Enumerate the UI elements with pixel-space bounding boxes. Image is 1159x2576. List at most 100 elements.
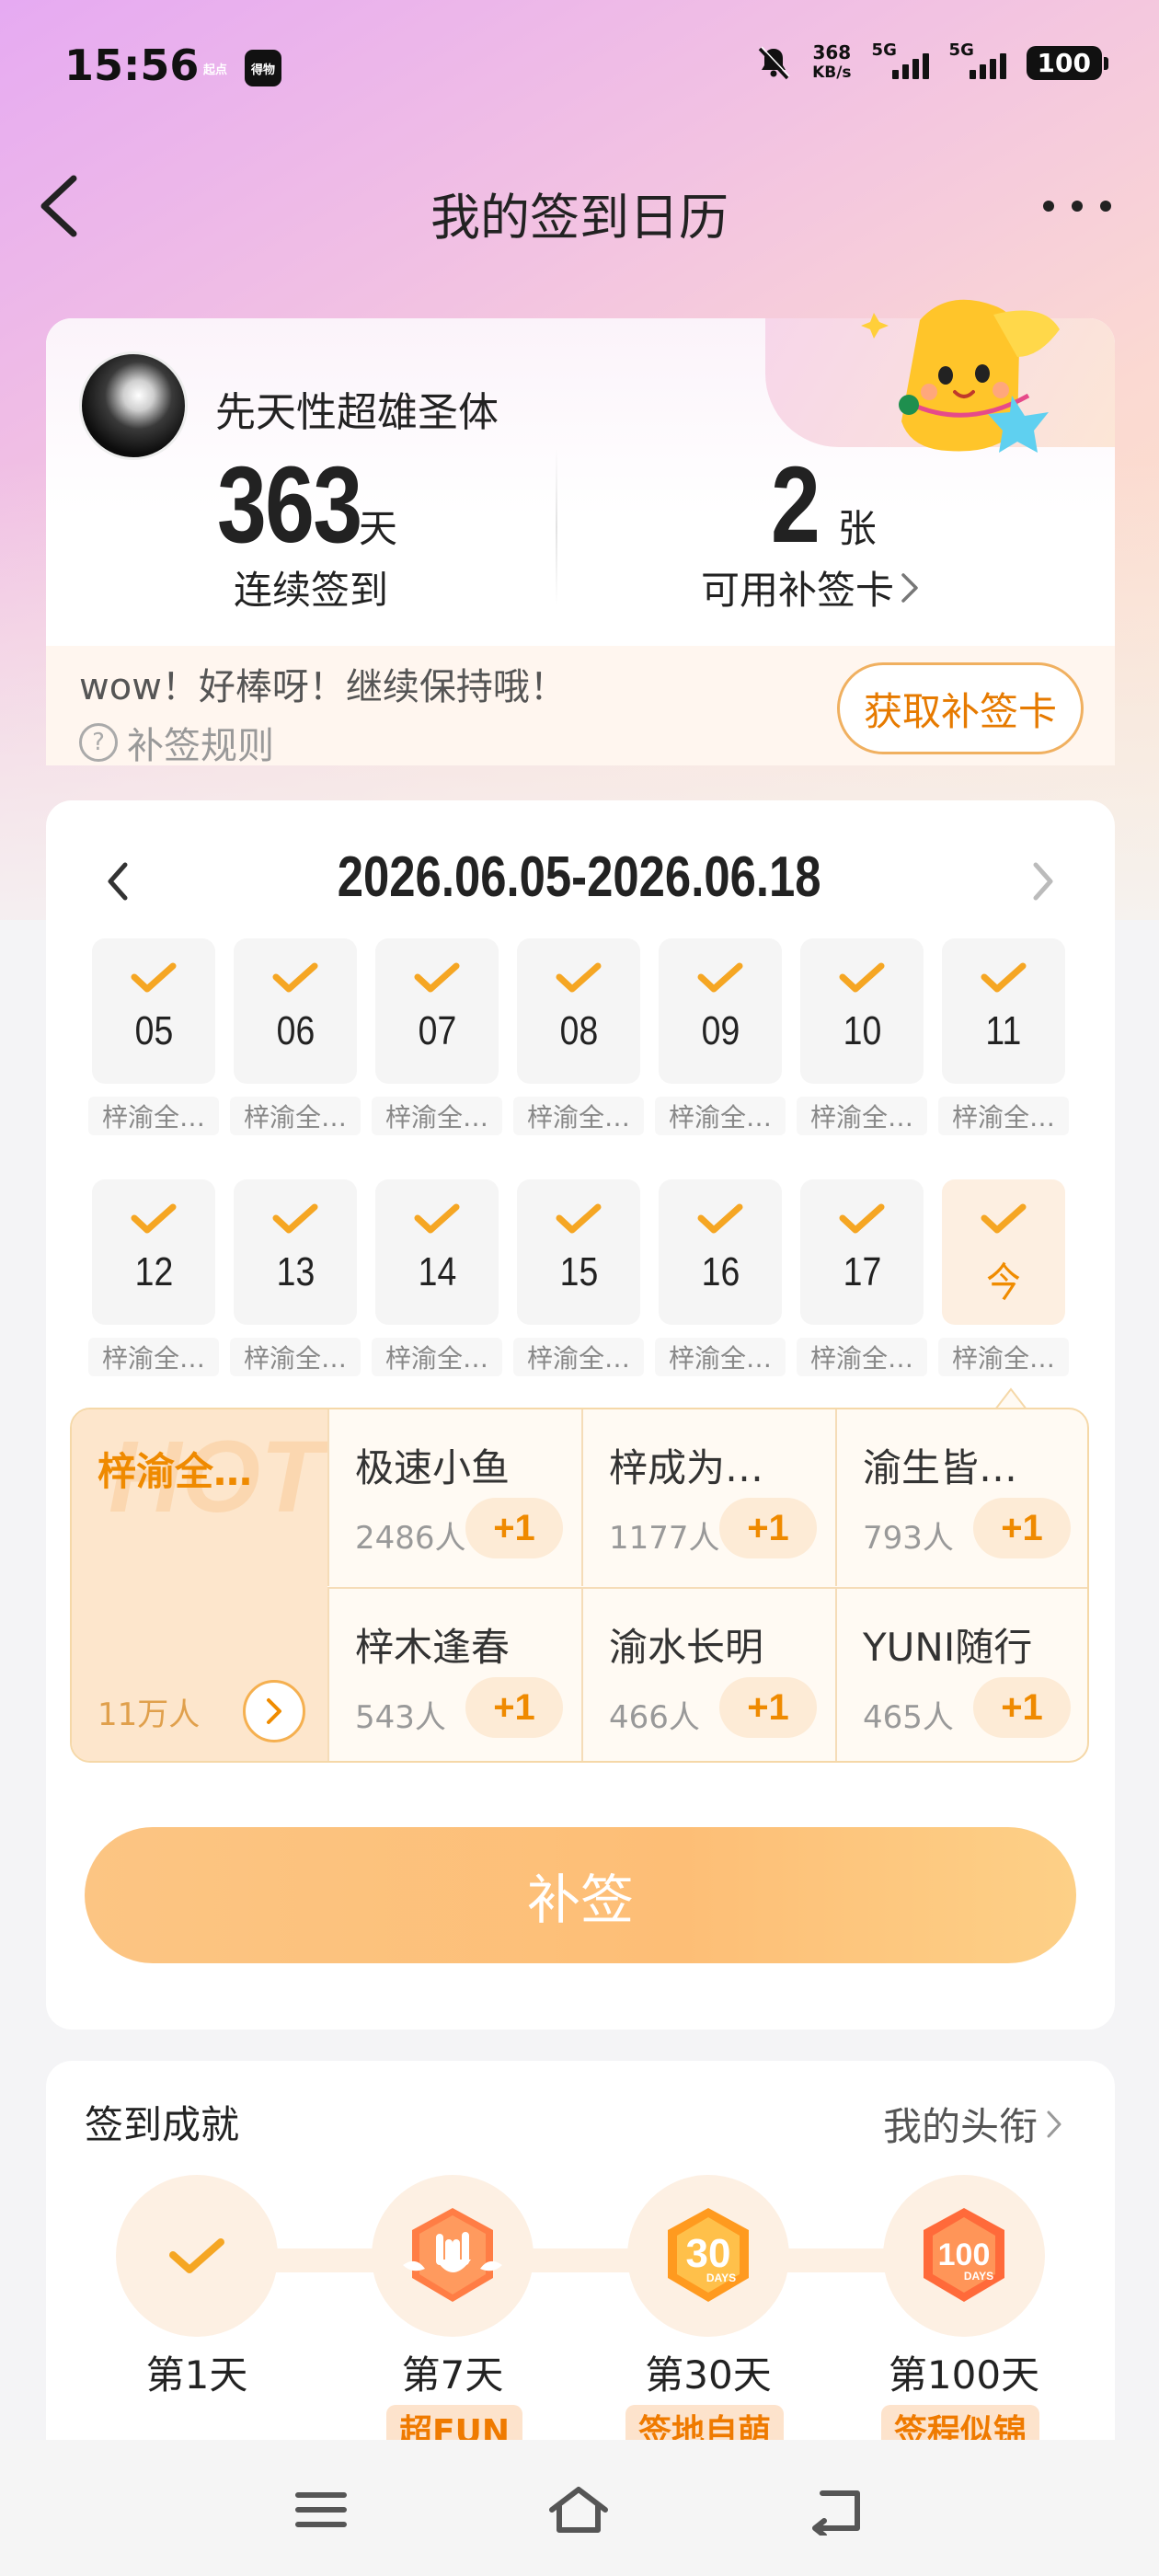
achievement-track [193, 2248, 984, 2272]
makeup-rules-link[interactable]: ? 补签规则 [79, 716, 274, 769]
calendar-day-number: 16 [701, 1249, 740, 1294]
signal-icon: 5G [949, 40, 1006, 79]
achievement-day30[interactable]: 30 DAYS [627, 2175, 789, 2337]
ranking-more-button[interactable] [243, 1680, 305, 1742]
plus-one-button[interactable]: +1 [465, 1498, 563, 1558]
calendar-day[interactable]: 09 [659, 938, 782, 1084]
ranking-item-count: 543人 [355, 1699, 446, 1736]
streak-value: 363 [217, 444, 362, 566]
mute-bell-icon [758, 46, 790, 80]
menu-icon[interactable] [289, 2484, 353, 2536]
my-titles-link[interactable]: 我的头衔 [883, 2096, 1063, 2152]
mascot-illustration [861, 299, 1060, 453]
status-time: 15:56 [64, 40, 200, 90]
calendar-day-tag: 梓渝全… [797, 1338, 927, 1376]
calendar-day-tag: 梓渝全… [88, 1097, 219, 1135]
calendar-day[interactable]: 16 [659, 1179, 782, 1325]
check-icon [131, 1203, 177, 1234]
calendar-day[interactable]: 12 [92, 1179, 215, 1325]
chevron-right-icon [901, 572, 918, 603]
achievement-label: 第7天 [401, 2352, 504, 2398]
calendar-day-tag: 梓渝全… [655, 1097, 786, 1135]
page-title: 我的签到日历 [430, 189, 729, 247]
calendar-day-tag: 梓渝全… [655, 1338, 786, 1376]
plus-one-button[interactable]: +1 [719, 1677, 817, 1738]
ranking-item[interactable]: YUNI随行 465人 +1 [835, 1587, 1087, 1761]
achievement-day1[interactable] [116, 2175, 278, 2337]
calendar-day[interactable]: 05 [92, 938, 215, 1084]
cards-value: 2 [771, 444, 820, 566]
makeup-checkin-button[interactable]: 补签 [85, 1827, 1076, 1963]
calendar-day[interactable]: 11 [942, 938, 1065, 1084]
ranking-item-count: 466人 [609, 1699, 700, 1736]
achievement-day7[interactable] [372, 2175, 534, 2337]
plus-one-button[interactable]: +1 [719, 1498, 817, 1558]
achievements-title: 签到成就 [85, 2102, 240, 2147]
back-nav-icon[interactable] [804, 2484, 868, 2536]
ranking-first-item[interactable]: HOT 梓渝全… 11万人 [72, 1409, 327, 1761]
ranking-item[interactable]: 渝生皆… 793人 +1 [835, 1409, 1087, 1586]
home-icon[interactable] [546, 2484, 611, 2536]
plus-one-button[interactable]: +1 [973, 1498, 1071, 1558]
calendar-day[interactable]: 15 [517, 1179, 640, 1325]
next-week-button[interactable] [1019, 852, 1065, 911]
stat-divider [556, 449, 557, 605]
ranking-item[interactable]: 梓木逢春 543人 +1 [327, 1587, 581, 1761]
calendar-day[interactable]: 10 [800, 938, 924, 1084]
ranking-item-name: 梓成为… [609, 1445, 764, 1490]
ranking-item-name: 渝水长明 [609, 1625, 764, 1670]
svg-text:DAYS: DAYS [964, 2270, 993, 2283]
calendar-day-number: 08 [559, 1008, 598, 1053]
qidian-app-badge: 起点 [202, 63, 227, 77]
calendar-day-number: 12 [134, 1249, 173, 1294]
achievement-label: 第30天 [645, 2352, 772, 2398]
check-icon [556, 1203, 602, 1234]
calendar-day-number: 07 [418, 1008, 456, 1053]
svg-text:30: 30 [686, 2231, 731, 2276]
rock-hand-badge-icon [403, 2208, 502, 2302]
calendar-day-tag: 梓渝全… [88, 1338, 219, 1376]
calendar-day-number: 15 [559, 1249, 598, 1294]
ranking-item-count: 2486人 [355, 1520, 466, 1557]
check-icon [272, 962, 318, 993]
streak-unit: 天 [358, 506, 397, 551]
calendar-day-tag: 梓渝全… [513, 1338, 644, 1376]
makeup-cards-link[interactable]: 可用补签卡 [701, 559, 920, 615]
ranking-item-name: 极速小鱼 [355, 1445, 511, 1490]
calendar-day[interactable]: 08 [517, 938, 640, 1084]
ranking-item[interactable]: 极速小鱼 2486人 +1 [327, 1409, 581, 1586]
makeup-cards-stat: 2 张 [771, 451, 955, 559]
calendar-day-number: 09 [701, 1008, 740, 1053]
more-options-button[interactable] [1036, 180, 1119, 232]
get-makeup-card-button[interactable]: 获取补签卡 [837, 662, 1084, 754]
achievement-label: 第100天 [888, 2352, 1040, 2398]
calendar-day[interactable]: 14 [375, 1179, 499, 1325]
dot-icon [1043, 201, 1054, 212]
calendar-day-today[interactable]: 今 [942, 1179, 1065, 1325]
calendar-day[interactable]: 07 [375, 938, 499, 1084]
calendar-day-number: 17 [843, 1249, 881, 1294]
check-icon [169, 2238, 224, 2273]
check-icon [414, 1203, 460, 1234]
ranking-item[interactable]: 渝水长明 466人 +1 [581, 1587, 835, 1761]
status-icons: 368 KB/s 5G 5G 100 [755, 40, 1109, 83]
achievement-day100[interactable]: 100 DAYS [883, 2175, 1045, 2337]
ranking-item-name: YUNI随行 [863, 1625, 1033, 1670]
ranking-item[interactable]: 梓成为… 1177人 +1 [581, 1409, 835, 1586]
calendar-day[interactable]: 17 [800, 1179, 924, 1325]
calendar-day-tag: 梓渝全… [372, 1338, 502, 1376]
calendar-day[interactable]: 06 [234, 938, 357, 1084]
calendar-day[interactable]: 13 [234, 1179, 357, 1325]
dot-icon [1100, 201, 1111, 212]
check-icon [272, 1203, 318, 1234]
calendar-day-number: 05 [134, 1008, 173, 1053]
question-icon: ? [79, 723, 118, 762]
ranking-first-name: 梓渝全… [98, 1449, 253, 1494]
plus-one-button[interactable]: +1 [465, 1677, 563, 1738]
chevron-right-icon [267, 1698, 281, 1724]
calendar-day-tag: 梓渝全… [938, 1097, 1069, 1135]
avatar[interactable] [79, 351, 188, 460]
check-icon [697, 962, 743, 993]
plus-one-button[interactable]: +1 [973, 1677, 1071, 1738]
check-icon [131, 962, 177, 993]
